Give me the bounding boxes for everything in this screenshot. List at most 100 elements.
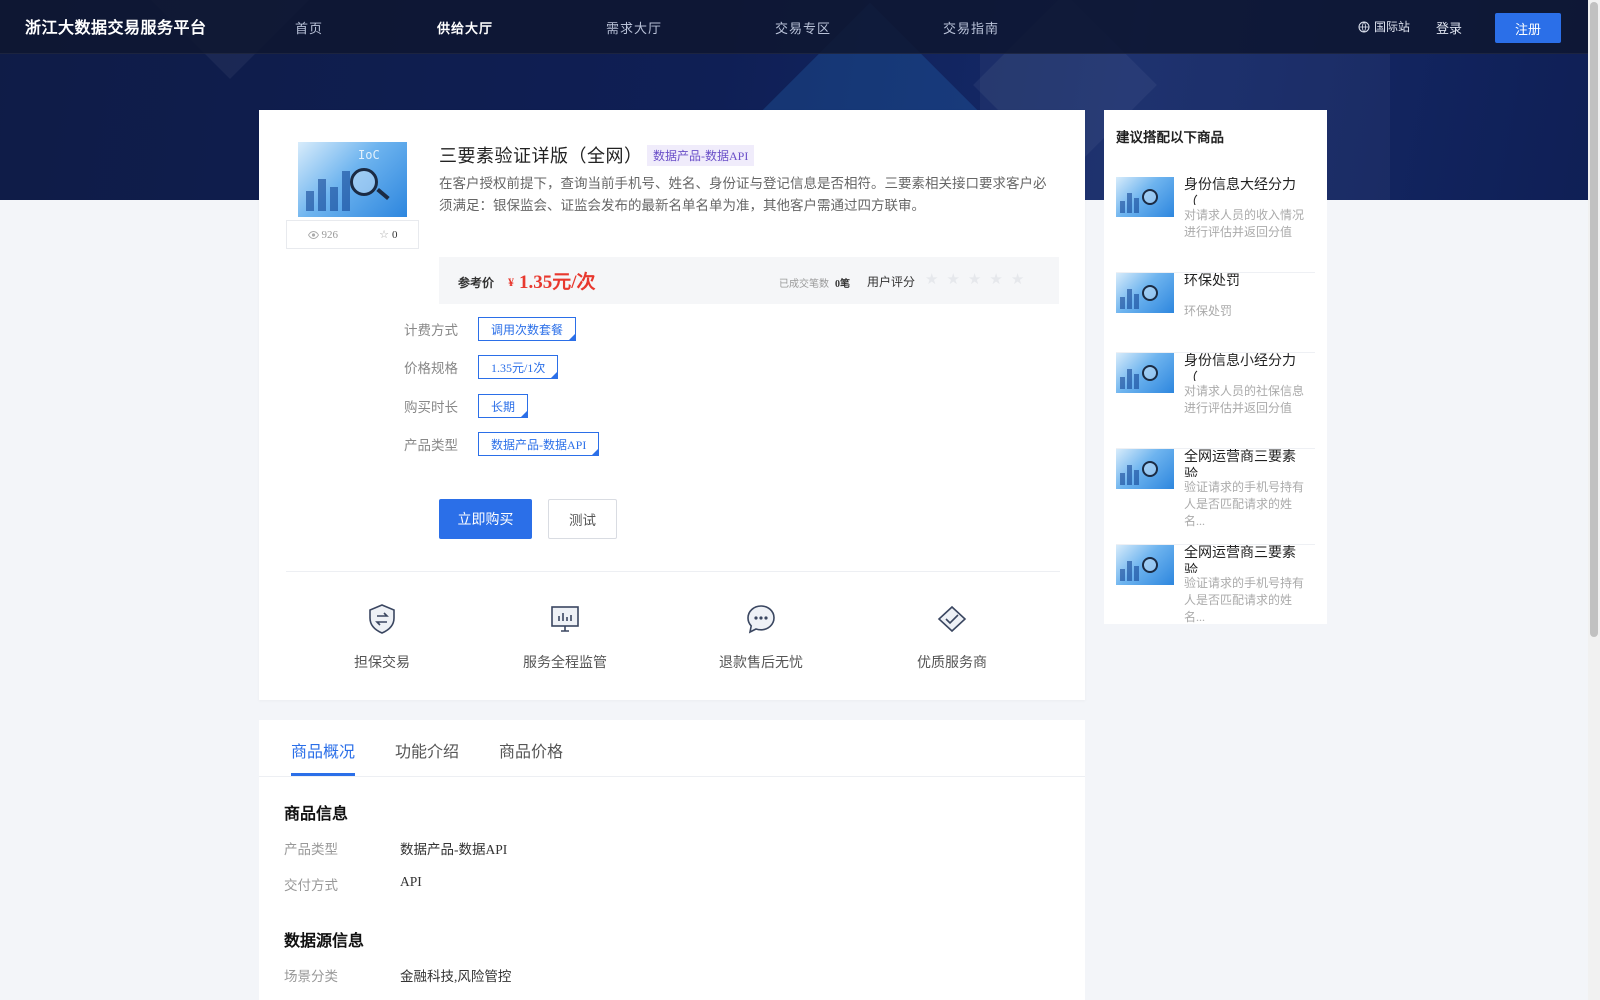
price-panel: 参考价 ¥ 1.35元/次 已成交笔数 0笔 用户评分 ★ ★ ★ ★ ★ [439, 257, 1059, 304]
option-chip-spec[interactable]: 1.35元/1次 [478, 355, 559, 379]
buy-now-button[interactable]: 立即购买 [439, 499, 532, 539]
intl-site-label: 国际站 [1374, 20, 1411, 34]
recommendations-panel: 建议搭配以下商品 身份信息大经分力（ 对请求人员的收入情况进行评估并返回分值 环… [1104, 110, 1327, 624]
login-link[interactable]: 登录 [1436, 18, 1462, 37]
chat-bubble-icon [747, 605, 775, 634]
magnifier-icon [1142, 461, 1158, 477]
test-button[interactable]: 测试 [548, 499, 617, 539]
section-title-product-info: 商品信息 [284, 806, 349, 823]
product-title: 三要素验证详版（全网） [439, 146, 643, 166]
info-key: 交付方式 [284, 878, 338, 893]
recommended-thumbnail [1116, 177, 1174, 217]
recommended-name: 身份信息大经分力（ [1184, 178, 1296, 205]
option-type: 产品类型 数据产品-数据API [404, 432, 600, 456]
magnifier-icon [350, 168, 378, 196]
option-chip-duration[interactable]: 长期 [478, 394, 529, 418]
intl-site-link[interactable]: 国际站 [1358, 18, 1410, 35]
divider [286, 571, 1060, 572]
tab-overview[interactable]: 商品概况 [291, 738, 355, 762]
recommended-desc: 验证请求的手机号持有人是否匹配请求的姓名... [1184, 480, 1305, 528]
product-thumbnail: IoC [298, 142, 407, 217]
diamond-check-icon [937, 605, 967, 633]
feature-supervision: 服务全程监管 [505, 603, 625, 672]
page-scrollbar[interactable] [1588, 0, 1600, 1000]
info-value: 数据产品-数据API [400, 842, 508, 857]
option-label: 计费方式 [404, 323, 458, 338]
tab-pricing[interactable]: 商品价格 [499, 738, 563, 762]
favorites-stat[interactable]: ☆ 0 [379, 228, 397, 242]
recommended-thumbnail [1116, 449, 1174, 489]
active-tab-indicator [291, 773, 355, 776]
option-billing: 计费方式 调用次数套餐 [404, 317, 577, 341]
rating-star-icon[interactable]: ★ [1011, 270, 1024, 289]
rating-stars[interactable]: ★ ★ ★ ★ ★ [925, 270, 1024, 289]
info-value: API [400, 874, 422, 889]
recommended-desc: 对请求人员的收入情况进行评估并返回分值 [1184, 208, 1305, 239]
monitor-chart-icon [551, 606, 579, 632]
top-nav: 浙江大数据交易服务平台 首页 供给大厅 需求大厅 交易专区 交易指南 国际站 登… [0, 0, 1600, 54]
nav-item-guide[interactable]: 交易指南 [943, 18, 999, 37]
thumbnail-text: IoC [358, 148, 380, 162]
product-description: 在客户授权前提下，查询当前手机号、姓名、身份证与登记信息是否相符。三要素相关接口… [439, 176, 1047, 213]
deals-count: 已成交笔数 0笔 [779, 279, 850, 290]
recommended-thumbnail [1116, 273, 1174, 313]
recommended-name: 环保处罚 [1184, 274, 1240, 289]
option-chip-billing[interactable]: 调用次数套餐 [478, 317, 577, 341]
option-spec: 价格规格 1.35元/1次 [404, 355, 559, 379]
magnifier-icon [1142, 365, 1158, 381]
register-button[interactable]: 注册 [1495, 13, 1561, 43]
info-key: 场景分类 [284, 969, 338, 984]
recommended-name: 全网运营商三要素验 [1184, 546, 1296, 573]
brand-logo[interactable]: 浙江大数据交易服务平台 [25, 14, 207, 38]
magnifier-icon [1142, 285, 1158, 301]
recommended-thumbnail [1116, 353, 1174, 393]
product-detail-section: 商品概况 功能介绍 商品价格 商品信息 产品类型 数据产品-数据API 交付方式… [259, 720, 1085, 1000]
section-title-data-source: 数据源信息 [284, 933, 365, 950]
option-label: 产品类型 [404, 438, 458, 453]
recommended-item[interactable]: 身份信息大经分力（ 对请求人员的收入情况进行评估并返回分值 [1116, 177, 1315, 273]
recommended-desc: 验证请求的手机号持有人是否匹配请求的姓名... [1184, 576, 1305, 624]
option-label: 购买时长 [404, 400, 458, 415]
shield-exchange-icon [369, 604, 395, 634]
tab-features[interactable]: 功能介绍 [395, 738, 459, 762]
magnifier-icon [1142, 189, 1158, 205]
info-key: 产品类型 [284, 842, 338, 857]
recommended-desc: 环保处罚 [1184, 304, 1233, 318]
product-card: IoC 926 ☆ 0 三要素验证详版（全网） 数据产品-数据API 在客户授权… [259, 110, 1085, 700]
star-outline-icon: ☆ [379, 229, 389, 241]
option-duration: 购买时长 长期 [404, 394, 529, 418]
recommended-item[interactable]: 环保处罚 环保处罚 [1116, 273, 1315, 353]
rating-label: 用户评分 [867, 275, 916, 289]
rating-star-icon[interactable]: ★ [946, 270, 959, 289]
product-category-tag: 数据产品-数据API [647, 145, 755, 166]
recommended-item[interactable]: 全网运营商三要素验 验证请求的手机号持有人是否匹配请求的姓名... [1116, 449, 1315, 545]
recommendations-title: 建议搭配以下商品 [1116, 130, 1224, 145]
detail-tabs: 商品概况 功能介绍 商品价格 [259, 720, 1085, 777]
price-value: 1.35元/次 [519, 272, 596, 293]
feature-quality-provider: 优质服务商 [892, 603, 1012, 672]
rating-star-icon[interactable]: ★ [968, 270, 981, 289]
eye-icon [307, 230, 319, 239]
views-stat: 926 [307, 229, 338, 241]
magnifier-icon [1142, 557, 1158, 573]
scrollbar-thumb[interactable] [1590, 2, 1598, 637]
recommended-item[interactable]: 身份信息小经分力（ 对请求人员的社保信息进行评估并返回分值 [1116, 353, 1315, 449]
feature-guarantee: 担保交易 [322, 603, 442, 672]
product-stats: 926 ☆ 0 [286, 220, 419, 249]
price-label: 参考价 [458, 276, 495, 290]
nav-item-home[interactable]: 首页 [295, 18, 323, 37]
recommended-thumbnail [1116, 545, 1174, 585]
currency-symbol: ¥ [508, 275, 514, 289]
nav-item-demand[interactable]: 需求大厅 [606, 18, 662, 37]
nav-item-trade-zone[interactable]: 交易专区 [775, 18, 831, 37]
recommended-name: 身份信息小经分力（ [1184, 354, 1296, 381]
rating-star-icon[interactable]: ★ [989, 270, 1002, 289]
option-chip-type[interactable]: 数据产品-数据API [478, 432, 600, 456]
recommended-desc: 对请求人员的社保信息进行评估并返回分值 [1184, 384, 1305, 415]
recommended-item[interactable]: 全网运营商三要素验 验证请求的手机号持有人是否匹配请求的姓名... [1116, 545, 1315, 624]
info-value: 金融科技,风险管控 [400, 969, 512, 984]
feature-refund: 退款售后无忧 [701, 603, 821, 672]
rating-star-icon[interactable]: ★ [925, 270, 938, 289]
globe-icon [1358, 21, 1370, 32]
nav-item-supply[interactable]: 供给大厅 [437, 18, 493, 37]
